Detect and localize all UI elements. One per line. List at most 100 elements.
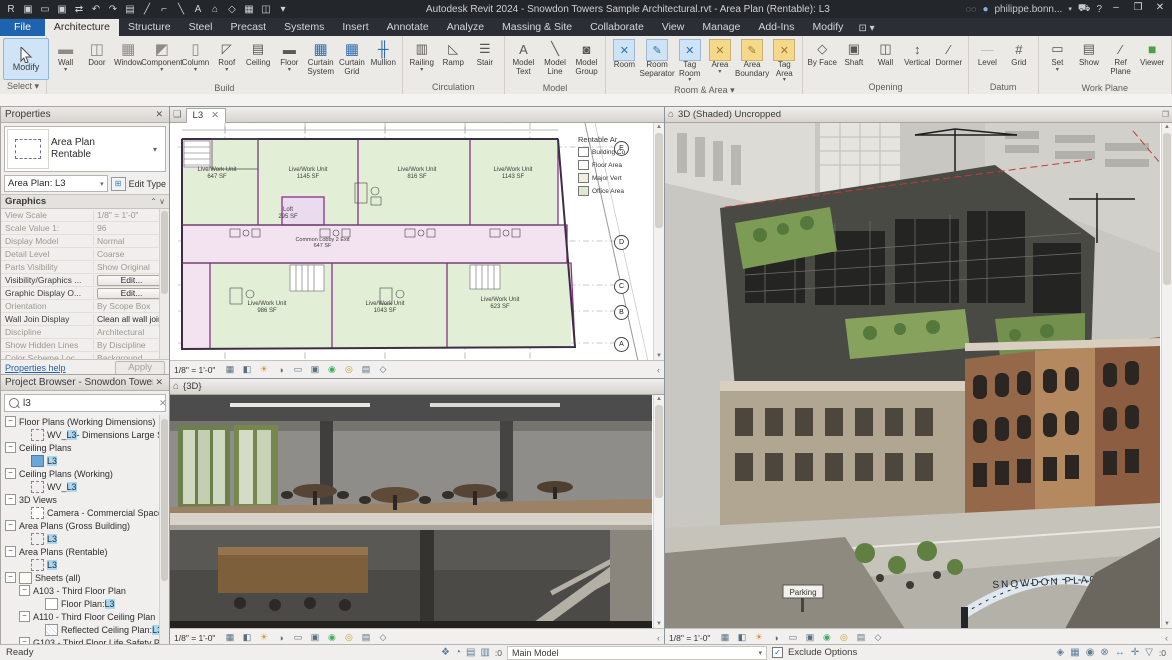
crop-view-icon[interactable]: ▭ (291, 631, 304, 644)
ribbon-tab[interactable]: Manage (693, 19, 749, 36)
type-selector-caret[interactable]: ▾ (153, 145, 165, 154)
scale-button[interactable]: 1/8" = 1'-0" (669, 633, 710, 643)
expander-icon[interactable]: − (5, 416, 16, 427)
view-tabs-icon[interactable]: ❏ (173, 109, 182, 120)
temporary-view-properties-icon[interactable]: ▤ (854, 631, 867, 644)
edit-type-button[interactable]: Edit Type (129, 179, 166, 189)
browser-tree-item[interactable]: L3 (1, 532, 169, 545)
expander-icon[interactable] (19, 560, 28, 569)
by-face-button[interactable]: ◇ By Face (806, 38, 838, 74)
property-row[interactable]: Discipline Architectural (1, 326, 169, 339)
ribbon-tab[interactable]: Modify (804, 19, 853, 36)
browser-tree-item[interactable]: − A110 - Third Floor Ceiling Plan (1, 610, 169, 623)
design-options-icon[interactable]: ▤ (466, 647, 475, 658)
drag-selection-icon[interactable]: ↔ (1115, 647, 1125, 658)
ref-plane-button[interactable]: ∕ Ref Plane (1105, 38, 1137, 82)
print-icon[interactable]: ▤ (123, 2, 137, 16)
ribbon-tab[interactable]: Steel (180, 19, 222, 36)
home-icon[interactable]: ⌂ (668, 109, 674, 120)
property-row[interactable]: Display Model Normal (1, 235, 169, 248)
shadows-icon[interactable]: ◑ (769, 631, 782, 644)
ribbon-tab[interactable]: View (653, 19, 694, 36)
show-crop-icon[interactable]: ▣ (308, 363, 321, 376)
crop-view-icon[interactable]: ▭ (786, 631, 799, 644)
expander-icon[interactable]: − (5, 572, 16, 583)
vertical-button[interactable]: ↕ Vertical (901, 38, 933, 74)
browser-tree-item[interactable]: Camera - Commercial Space L3 (1, 506, 169, 519)
property-row[interactable]: Detail Level Coarse (1, 248, 169, 261)
browser-tree-item[interactable]: WV_ L3 (1, 480, 169, 493)
browser-tree-item[interactable]: − Area Plans (Rentable) (1, 545, 169, 558)
view-selector[interactable]: Area Plan: L3 ▾ (4, 175, 108, 192)
reveal-constraints-icon[interactable]: ◇ (376, 631, 389, 644)
plan-canvas[interactable]: Live/Work Unit 647 SF Live/Work Unit 1145 … (170, 123, 664, 360)
ribbon-tab[interactable]: Systems (275, 19, 333, 36)
graphics-section-header[interactable]: Graphics ⌃ ∨ (1, 194, 169, 209)
scroll-left-icon[interactable]: ‹ (657, 365, 660, 375)
properties-close-icon[interactable]: ✕ (153, 109, 165, 120)
browser-tree-item[interactable]: WV_L3 - Dimensions Large Scale (1, 428, 169, 441)
caret-icon[interactable]: ▾ (1068, 5, 1072, 13)
temporary-hide-isolate-icon[interactable]: ◉ (820, 631, 833, 644)
property-row[interactable]: Visibility/Graphics ... Edit... (1, 274, 169, 287)
property-row[interactable]: Scale Value 1: 96 (1, 222, 169, 235)
scroll-left-icon[interactable]: ‹ (1165, 633, 1168, 643)
apply-button[interactable]: Apply (115, 360, 165, 375)
expander-icon[interactable] (19, 508, 28, 517)
select-links-icon[interactable]: ◈ (1057, 647, 1065, 658)
more-icon[interactable]: ▾ (276, 2, 290, 16)
clear-search-icon[interactable]: ✕ (159, 398, 167, 409)
model-line-button[interactable]: ╲ Model Line (539, 38, 571, 82)
window-button[interactable]: ▦ Window (113, 38, 144, 74)
ceiling-button[interactable]: ▤ Ceiling (242, 38, 273, 74)
plan-view-tab[interactable]: L3 ✕ (185, 107, 227, 124)
interior-canvas[interactable]: ▲ ▼ (170, 395, 664, 628)
show-button[interactable]: ▤ Show (1073, 38, 1105, 74)
exterior-view-tab[interactable]: 3D (Shaded) Uncropped (678, 109, 781, 120)
interior-view-tab[interactable]: {3D} (183, 381, 202, 392)
search-input[interactable] (23, 397, 155, 409)
shadows-icon[interactable]: ◑ (274, 631, 287, 644)
design-option-selector[interactable]: Main Model ▾ (507, 645, 768, 660)
type-selector[interactable]: Area Plan Rentable ▾ (4, 126, 166, 172)
user-icon[interactable]: ● (982, 4, 988, 15)
editable-only-icon[interactable]: ◔ (455, 647, 461, 658)
ramp-button[interactable]: ◺ Ramp (438, 38, 470, 74)
interior-vertical-scrollbar[interactable]: ▲ ▼ (653, 395, 664, 628)
shaft-button[interactable]: ▣ Shaft (838, 38, 870, 74)
scale-button[interactable]: 1/8" = 1'-0" (174, 633, 215, 643)
roof-button[interactable]: ◸ Roof ▾ (211, 38, 242, 74)
browser-tree-item[interactable]: Reflected Ceiling Plan: L3 (1, 623, 169, 636)
ribbon-tab[interactable]: Precast (222, 19, 276, 36)
model-text-button[interactable]: A Model Text (508, 38, 540, 82)
property-row[interactable]: Show Hidden Lines By Discipline (1, 339, 169, 352)
expander-icon[interactable]: − (5, 494, 16, 505)
properties-help-link[interactable]: Properties help (5, 363, 66, 373)
sun-settings-icon[interactable]: ☀ (752, 631, 765, 644)
railing-button[interactable]: ▥ Railing ▾ (406, 38, 438, 74)
browser-search[interactable]: ✕ (4, 394, 167, 412)
browser-tree-item[interactable]: − Sheets (all) (1, 571, 169, 584)
mullion-button[interactable]: ╫ Mullion (368, 38, 399, 74)
filter-icon[interactable]: ▽ (1145, 647, 1153, 658)
browser-tree-item[interactable]: L3 (1, 558, 169, 571)
ribbon-tab[interactable]: Structure (119, 19, 180, 36)
ribbon-tab[interactable]: Analyze (438, 19, 493, 36)
save-icon[interactable]: ▣ (55, 2, 69, 16)
model-line-icon[interactable]: ╲ (174, 2, 188, 16)
room-separator-button[interactable]: ✎ Room Separator (640, 38, 675, 84)
temporary-view-properties-icon[interactable]: ▤ (359, 363, 372, 376)
temporary-hide-isolate-icon[interactable]: ◉ (325, 631, 338, 644)
property-row[interactable]: Orientation By Scope Box (1, 300, 169, 313)
expander-icon[interactable]: − (5, 520, 16, 531)
set-button[interactable]: ▭ Set ▾ (1042, 38, 1074, 74)
binoculars-icon[interactable]: ◌◌ (966, 4, 977, 14)
help-icon[interactable]: ? (1096, 4, 1102, 15)
door-button[interactable]: ◫ Door (81, 38, 112, 74)
expander-icon[interactable] (19, 482, 28, 491)
sync-icon[interactable]: ⇄ (72, 2, 86, 16)
browser-tree-item[interactable]: − A103 - Third Floor Plan (1, 584, 169, 597)
floor-button[interactable]: ▬ Floor ▾ (274, 38, 305, 74)
ribbon-tab[interactable]: Massing & Site (493, 19, 581, 36)
expander-icon[interactable]: − (19, 611, 30, 622)
